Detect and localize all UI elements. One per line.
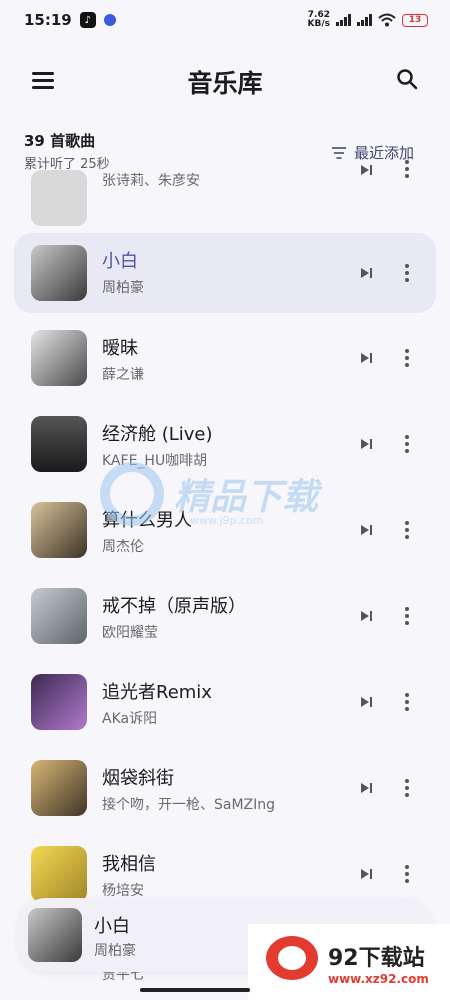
promo-overlay: 92下载站 www.xz92.com: [248, 924, 450, 1000]
mini-player-artist: 周柏豪: [94, 943, 136, 959]
song-title: 我相信: [102, 854, 156, 875]
page-title: 音乐库: [187, 69, 263, 98]
sort-icon: [331, 146, 346, 159]
battery-indicator: 13: [402, 13, 428, 27]
wifi-icon: [378, 13, 396, 27]
net-speed: 7.62 KB/s: [307, 10, 330, 29]
song-row[interactable]: 戒不掉（原声版） 欧阳耀莹: [14, 576, 436, 656]
play-next-icon[interactable]: [358, 522, 374, 538]
play-next-icon[interactable]: [358, 866, 374, 882]
album-cover: [31, 170, 87, 226]
play-next-icon[interactable]: [358, 350, 374, 366]
more-options-button[interactable]: [402, 865, 412, 883]
promo-name: 92下载站: [328, 946, 425, 971]
cell-signal-icon: [336, 14, 351, 26]
song-row[interactable]: 暧昧 薛之谦: [14, 318, 436, 398]
album-cover: [31, 760, 87, 816]
album-cover: [31, 674, 87, 730]
more-options-button[interactable]: [402, 693, 412, 711]
status-bar: 15:19 ♪ 7.62 KB/s 13: [0, 0, 450, 40]
promo-url: www.xz92.com: [328, 972, 429, 986]
song-title: 小白: [102, 251, 138, 272]
album-cover: [31, 588, 87, 644]
status-time: 15:19: [24, 11, 72, 29]
album-cover: [31, 245, 87, 301]
song-row-active[interactable]: 小白 周柏豪: [14, 233, 436, 313]
more-options-button[interactable]: [402, 607, 412, 625]
play-next-icon[interactable]: [358, 780, 374, 796]
song-row[interactable]: 烟袋斜街 接个吻，开一枪、SaMZIng: [14, 748, 436, 828]
more-options-button[interactable]: [402, 264, 412, 282]
song-artist: 欧阳耀莹: [102, 625, 158, 641]
song-title: 烟袋斜街: [102, 768, 174, 789]
more-options-button[interactable]: [402, 435, 412, 453]
song-title: 戒不掉（原声版）: [102, 596, 246, 617]
song-artist: 薛之谦: [102, 367, 144, 383]
album-cover: [31, 502, 87, 558]
more-options-button[interactable]: [402, 160, 412, 178]
play-next-icon[interactable]: [358, 265, 374, 281]
mini-player-cover: [28, 908, 82, 962]
song-artist: 周柏豪: [102, 280, 144, 296]
cell-signal-2-icon: [357, 14, 372, 26]
song-artist: 张诗莉、朱彦安: [102, 173, 200, 189]
play-next-icon[interactable]: [358, 608, 374, 624]
watermark-url: www.j9p.com: [190, 514, 264, 527]
search-icon[interactable]: [396, 68, 418, 90]
song-count: 39 首歌曲: [24, 132, 96, 150]
album-cover: [31, 330, 87, 386]
tiktok-icon: ♪: [79, 12, 96, 28]
play-next-icon[interactable]: [358, 162, 374, 178]
album-cover: [31, 416, 87, 472]
mini-player-title: 小白: [94, 916, 130, 937]
play-next-icon[interactable]: [358, 694, 374, 710]
watermark-logo-icon: [100, 462, 164, 526]
song-artist: 周杰伦: [102, 539, 144, 555]
song-artist: 杨培安: [102, 883, 144, 899]
song-title: 暧昧: [102, 338, 138, 359]
song-title: 经济舱 (Live): [102, 424, 213, 445]
watermark-text: 精品下载: [174, 477, 319, 518]
top-app-bar: 音乐库: [0, 52, 450, 108]
song-title: 追光者Remix: [102, 682, 212, 703]
song-row[interactable]: 追光者Remix AKa诉阳: [14, 662, 436, 742]
song-row[interactable]: 张诗莉、朱彦安: [14, 158, 436, 238]
more-options-button[interactable]: [402, 521, 412, 539]
home-indicator[interactable]: [140, 988, 250, 992]
album-cover: [31, 846, 87, 902]
notification-app-icon: [103, 14, 116, 26]
more-options-button[interactable]: [402, 349, 412, 367]
song-artist: 接个吻，开一枪、SaMZIng: [102, 797, 276, 813]
promo-logo-icon: [266, 936, 318, 980]
more-options-button[interactable]: [402, 779, 412, 797]
play-next-icon[interactable]: [358, 436, 374, 452]
song-artist: AKa诉阳: [102, 711, 158, 727]
